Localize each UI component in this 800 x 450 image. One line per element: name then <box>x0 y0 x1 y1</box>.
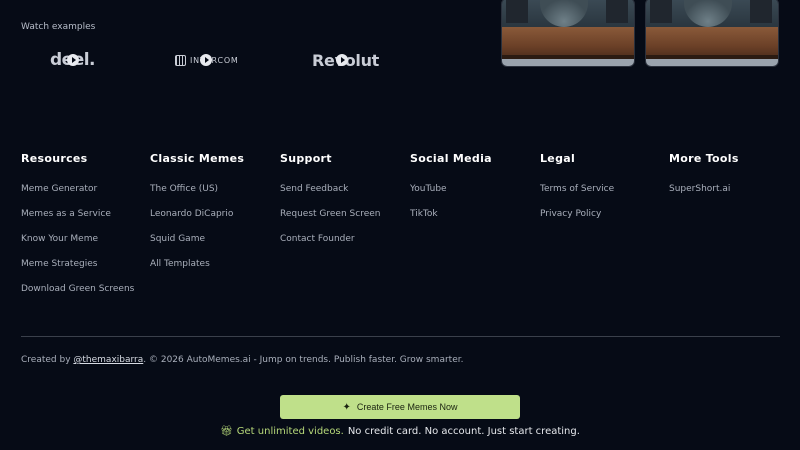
footer-column-legal: Legal Terms of Service Privacy Policy <box>540 152 665 233</box>
footer-credits: Created by @themaxibarra. © 2026 AutoMem… <box>21 355 463 365</box>
footer-column-more-tools: More Tools SuperShort.ai <box>669 152 794 208</box>
footer-column-resources: Resources Meme Generator Memes as a Serv… <box>21 152 146 308</box>
column-heading: Social Media <box>410 152 492 165</box>
footer-link-supershort[interactable]: SuperShort.ai <box>669 183 794 208</box>
example-video-thumbnail[interactable] <box>501 0 635 67</box>
footer-link-all-templates[interactable]: All Templates <box>150 258 275 283</box>
tagline-rest: No credit card. No account. Just start c… <box>347 426 580 437</box>
footer-link-privacy-policy[interactable]: Privacy Policy <box>540 208 665 233</box>
footer-link-tiktok[interactable]: TikTok <box>410 208 535 233</box>
footer-column-social-media: Social Media YouTube TikTok <box>410 152 535 233</box>
deel-logo-example[interactable]: deel. <box>50 48 96 72</box>
footer-link-meme-generator[interactable]: Meme Generator <box>21 183 146 208</box>
footer-link-request-green-screen[interactable]: Request Green Screen <box>280 208 405 233</box>
revolut-logo-example[interactable]: Revolut <box>312 48 379 72</box>
column-heading: More Tools <box>669 152 739 165</box>
credits-prefix: Created by <box>21 355 74 365</box>
footer-column-classic-memes: Classic Memes The Office (US) Leonardo D… <box>150 152 275 283</box>
sparkle-icon: ✦ <box>342 401 351 413</box>
play-icon <box>336 54 348 66</box>
intercom-logo-example[interactable]: INTERCOM <box>175 48 239 72</box>
footer-link-meme-strategies[interactable]: Meme Strategies <box>21 258 146 283</box>
credits-suffix: . © 2026 AutoMemes.ai - Jump on trends. … <box>143 355 464 365</box>
cta-label: Create Free Memes Now <box>356 402 458 412</box>
intercom-logo-text: INTERCOM <box>190 55 239 65</box>
footer-link-terms-of-service[interactable]: Terms of Service <box>540 183 665 208</box>
column-heading: Support <box>280 152 332 165</box>
footer-link-memes-as-a-service[interactable]: Memes as a Service <box>21 208 146 233</box>
footer-link-send-feedback[interactable]: Send Feedback <box>280 183 405 208</box>
footer-link-squid-game[interactable]: Squid Game <box>150 233 275 258</box>
intercom-logo-icon <box>175 54 186 66</box>
play-icon <box>200 54 212 66</box>
gift-icon: 🎁︎ <box>220 426 233 437</box>
example-video-thumbnail[interactable] <box>645 0 779 67</box>
footer-link-the-office[interactable]: The Office (US) <box>150 183 275 208</box>
watch-examples-label: Watch examples <box>21 22 96 32</box>
footer-link-know-your-meme[interactable]: Know Your Meme <box>21 233 146 258</box>
footer-column-support: Support Send Feedback Request Green Scre… <box>280 152 405 258</box>
play-icon <box>67 54 79 66</box>
column-heading: Resources <box>21 152 88 165</box>
example-logos: deel. INTERCOM Revolut <box>0 48 420 74</box>
footer-divider <box>21 336 780 337</box>
column-heading: Legal <box>540 152 576 165</box>
footer-link-download-green-screens[interactable]: Download Green Screens <box>21 283 146 308</box>
create-free-memes-button[interactable]: ✦ Create Free Memes Now <box>280 395 520 419</box>
column-heading: Classic Memes <box>150 152 245 165</box>
tagline-highlight: Get unlimited videos. <box>236 426 344 437</box>
footer-link-youtube[interactable]: YouTube <box>410 183 535 208</box>
footer-link-leonardo-dicaprio[interactable]: Leonardo DiCaprio <box>150 208 275 233</box>
cta-tagline: 🎁︎ Get unlimited videos. No credit card. N… <box>0 426 800 437</box>
footer-link-contact-founder[interactable]: Contact Founder <box>280 233 405 258</box>
creator-handle-link[interactable]: @themaxibarra <box>73 355 143 365</box>
